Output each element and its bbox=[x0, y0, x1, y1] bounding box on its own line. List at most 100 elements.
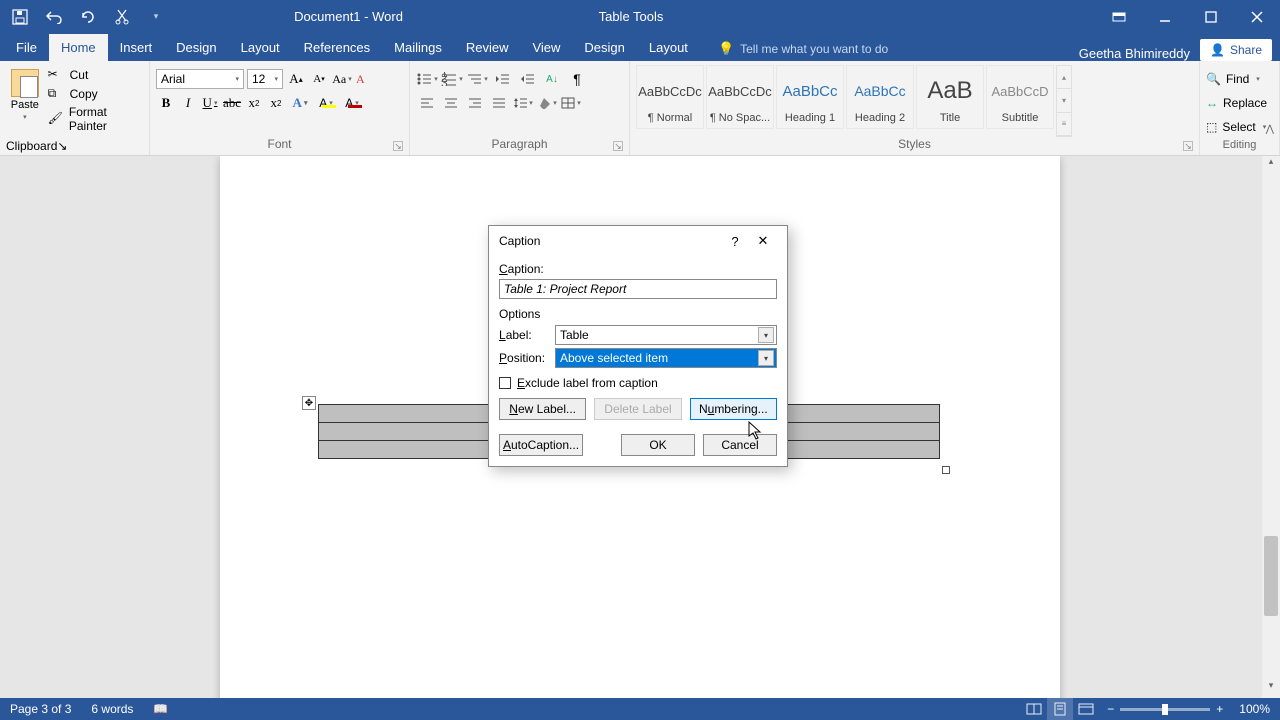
borders-button[interactable]: ▾ bbox=[560, 93, 582, 113]
font-size-combo[interactable]: 12▾ bbox=[247, 69, 283, 89]
collapse-ribbon-icon[interactable]: ⋀ bbox=[1266, 124, 1274, 135]
decrease-indent-button[interactable] bbox=[491, 69, 513, 89]
style-heading1[interactable]: AaBbCcHeading 1 bbox=[776, 65, 844, 129]
dialog-launcher-icon[interactable]: ↘ bbox=[393, 141, 403, 151]
strikethrough-button[interactable]: abc bbox=[222, 93, 242, 113]
chevron-down-icon[interactable]: ▾ bbox=[1057, 89, 1071, 112]
tell-me-search[interactable]: 💡 Tell me what you want to do bbox=[708, 37, 898, 61]
increase-font-icon[interactable]: A▴ bbox=[286, 69, 306, 89]
print-layout-icon[interactable] bbox=[1047, 698, 1073, 720]
redo-icon[interactable] bbox=[78, 7, 98, 27]
clear-formatting-icon[interactable]: A⃠ bbox=[355, 69, 375, 89]
align-right-button[interactable] bbox=[464, 93, 486, 113]
dialog-launcher-icon[interactable]: ↘ bbox=[613, 141, 623, 151]
text-effects-button[interactable]: A▾ bbox=[288, 93, 312, 113]
italic-button[interactable]: I bbox=[178, 93, 198, 113]
word-count[interactable]: 6 words bbox=[91, 702, 133, 716]
table-move-handle-icon[interactable]: ✥ bbox=[302, 396, 316, 410]
find-button[interactable]: 🔍Find▾ bbox=[1206, 69, 1273, 89]
scroll-thumb[interactable] bbox=[1264, 536, 1278, 616]
zoom-level[interactable]: 100% bbox=[1239, 702, 1270, 716]
superscript-button[interactable]: x2 bbox=[266, 93, 286, 113]
style-heading2[interactable]: AaBbCcHeading 2 bbox=[846, 65, 914, 129]
dialog-titlebar[interactable]: Caption ? ✕ bbox=[489, 226, 787, 256]
sort-button[interactable]: A↓ bbox=[541, 69, 563, 89]
scroll-up-icon[interactable]: ▴ bbox=[1262, 156, 1280, 174]
paste-button[interactable]: Paste ▾ bbox=[6, 65, 44, 139]
tab-references[interactable]: References bbox=[292, 34, 382, 61]
cut-icon[interactable] bbox=[112, 7, 132, 27]
justify-button[interactable] bbox=[488, 93, 510, 113]
styles-scroll[interactable]: ▴▾≡ bbox=[1056, 65, 1072, 137]
align-center-button[interactable] bbox=[440, 93, 462, 113]
exclude-label-checkbox[interactable]: Exclude label from caption bbox=[499, 376, 777, 390]
decrease-font-icon[interactable]: A▾ bbox=[309, 69, 329, 89]
zoom-control[interactable]: − + 100% bbox=[1107, 702, 1270, 716]
label-combo[interactable]: Table▾ bbox=[555, 325, 777, 345]
style-normal[interactable]: AaBbCcDc¶ Normal bbox=[636, 65, 704, 129]
styles-gallery[interactable]: AaBbCcDc¶ Normal AaBbCcDc¶ No Spac... Aa… bbox=[636, 65, 1054, 129]
tab-view[interactable]: View bbox=[520, 34, 572, 61]
tab-table-layout[interactable]: Layout bbox=[637, 34, 700, 61]
style-title[interactable]: AaBTitle bbox=[916, 65, 984, 129]
font-color-button[interactable]: A▾ bbox=[340, 93, 364, 113]
shading-button[interactable]: ▾ bbox=[536, 93, 558, 113]
read-mode-icon[interactable] bbox=[1021, 698, 1047, 720]
change-case-icon[interactable]: Aa▾ bbox=[332, 69, 352, 89]
style-no-spacing[interactable]: AaBbCcDc¶ No Spac... bbox=[706, 65, 774, 129]
tab-table-design[interactable]: Design bbox=[572, 34, 636, 61]
tab-insert[interactable]: Insert bbox=[108, 34, 165, 61]
highlight-color-button[interactable]: A▾ bbox=[314, 93, 338, 113]
tab-review[interactable]: Review bbox=[454, 34, 521, 61]
replace-button[interactable]: ↔Replace bbox=[1206, 93, 1273, 113]
qat-customize-icon[interactable]: ▾ bbox=[146, 7, 166, 27]
dialog-launcher-icon[interactable]: ↘ bbox=[1183, 141, 1193, 151]
bullets-button[interactable]: ▾ bbox=[416, 69, 438, 89]
align-left-button[interactable] bbox=[416, 93, 438, 113]
cancel-button[interactable]: Cancel bbox=[703, 434, 777, 456]
save-icon[interactable] bbox=[10, 7, 30, 27]
tab-design[interactable]: Design bbox=[164, 34, 228, 61]
ribbon-display-icon[interactable] bbox=[1096, 0, 1142, 33]
bold-button[interactable]: B bbox=[156, 93, 176, 113]
cut-button[interactable]: ✂Cut bbox=[48, 67, 143, 83]
web-layout-icon[interactable] bbox=[1073, 698, 1099, 720]
close-icon[interactable] bbox=[1234, 0, 1280, 33]
close-icon[interactable]: ✕ bbox=[749, 229, 777, 253]
autocaption-button[interactable]: AutoCaption... bbox=[499, 434, 583, 456]
ok-button[interactable]: OK bbox=[621, 434, 695, 456]
tab-file[interactable]: File bbox=[4, 34, 49, 61]
minimize-icon[interactable] bbox=[1142, 0, 1188, 33]
numbering-button[interactable]: 123▾ bbox=[441, 69, 463, 89]
select-button[interactable]: ⬚Select▾ bbox=[1206, 117, 1273, 137]
page-indicator[interactable]: Page 3 of 3 bbox=[10, 702, 71, 716]
dialog-launcher-icon[interactable]: ↘ bbox=[57, 139, 67, 153]
line-spacing-button[interactable]: ▾ bbox=[512, 93, 534, 113]
tab-layout[interactable]: Layout bbox=[229, 34, 292, 61]
tab-home[interactable]: Home bbox=[49, 34, 108, 61]
numbering-button[interactable]: Numbering... bbox=[690, 398, 777, 420]
format-painter-button[interactable]: 🖌Format Painter bbox=[48, 105, 143, 133]
help-icon[interactable]: ? bbox=[721, 229, 749, 253]
copy-button[interactable]: ⧉Copy bbox=[48, 86, 143, 102]
position-combo[interactable]: Above selected item▾ bbox=[555, 348, 777, 368]
zoom-in-icon[interactable]: + bbox=[1216, 702, 1223, 716]
new-label-button[interactable]: New Label... bbox=[499, 398, 586, 420]
style-subtitle[interactable]: AaBbCcDSubtitle bbox=[986, 65, 1054, 129]
maximize-icon[interactable] bbox=[1188, 0, 1234, 33]
increase-indent-button[interactable] bbox=[516, 69, 538, 89]
tab-mailings[interactable]: Mailings bbox=[382, 34, 454, 61]
underline-button[interactable]: U▾ bbox=[200, 93, 220, 113]
vertical-scrollbar[interactable]: ▴ ▾ bbox=[1262, 156, 1280, 698]
spell-check-icon[interactable]: 📖 bbox=[153, 702, 168, 716]
scroll-down-icon[interactable]: ▾ bbox=[1262, 680, 1280, 698]
share-button[interactable]: 👤 Share bbox=[1200, 39, 1272, 61]
table-resize-handle-icon[interactable] bbox=[942, 466, 950, 474]
caption-input[interactable]: Table 1: Project Report bbox=[499, 279, 777, 299]
chevron-up-icon[interactable]: ▴ bbox=[1057, 66, 1071, 89]
font-name-combo[interactable]: Arial▾ bbox=[156, 69, 244, 89]
subscript-button[interactable]: x2 bbox=[244, 93, 264, 113]
undo-icon[interactable] bbox=[44, 7, 64, 27]
styles-expand-icon[interactable]: ≡ bbox=[1057, 113, 1071, 136]
multilevel-list-button[interactable]: ▾ bbox=[466, 69, 488, 89]
